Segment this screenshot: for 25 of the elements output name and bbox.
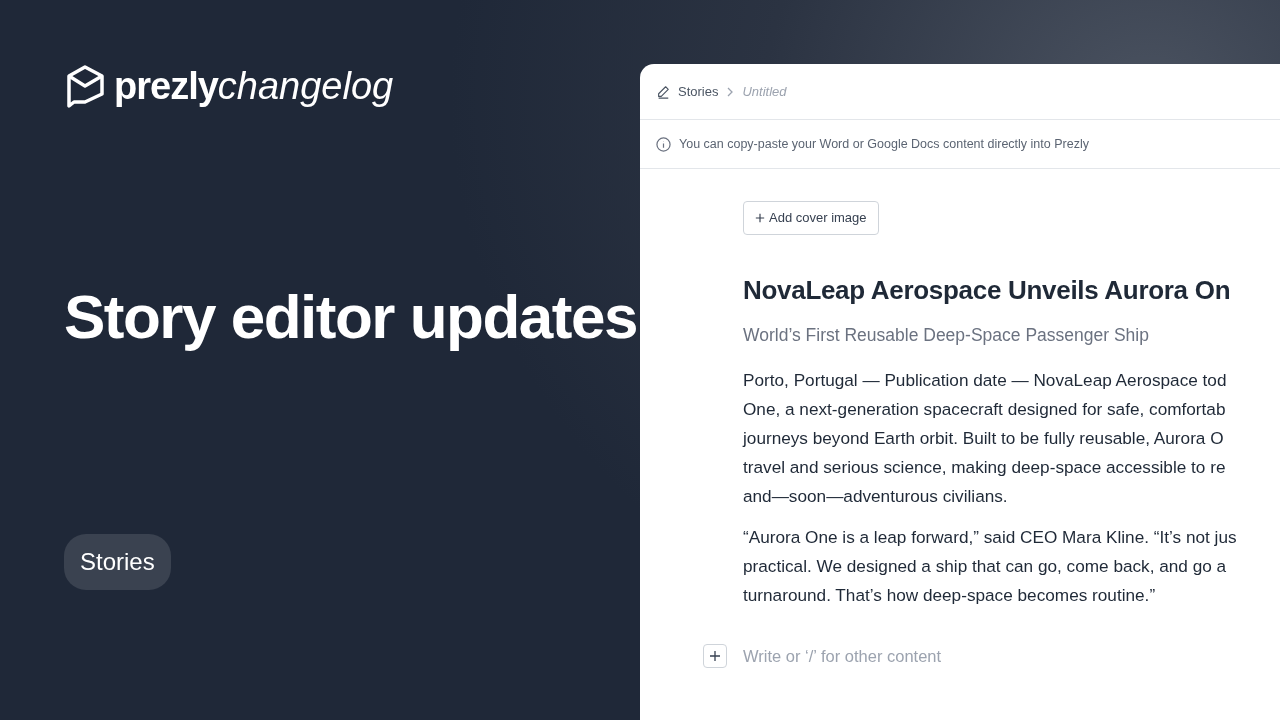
brand-name: prezly (114, 65, 218, 107)
paragraph-line: Porto, Portugal — Publication date — NovaLeap Aerospace tod (743, 368, 1228, 392)
paragraph-line: travel and serious science, making deep-space accessible to re (743, 455, 1227, 479)
add-cover-image-button[interactable]: Add cover image (743, 201, 879, 235)
headline: Story editor updates (64, 281, 638, 353)
breadcrumb-link[interactable]: Stories (678, 81, 719, 102)
paragraph-line: journeys beyond Earth orbit. Built to be fully reusable, Aurora O (743, 426, 1225, 450)
story-title: NovaLeap Aerospace Unveils Aurora On (743, 273, 1232, 307)
paragraph-line: practical. We designed a ship that can go, come back, and go a (743, 554, 1228, 578)
current-page-label: Untitled (742, 82, 787, 101)
info-icon (656, 136, 671, 152)
add-block-button[interactable] (703, 644, 727, 669)
plus-icon (709, 650, 721, 663)
paragraph-line: One, a next-generation spacecraft designed for safe, comfortab (743, 397, 1227, 421)
plus-icon (755, 212, 765, 223)
story-subtitle: World’s First Reusable Deep-Space Passenger Ship (743, 323, 1150, 347)
pencil-icon (656, 84, 670, 99)
chevron-icon (726, 86, 735, 97)
brand-suffix: changelog (217, 65, 394, 107)
category-tag: Stories (64, 533, 171, 590)
paragraph-line: “Aurora One is a leap forward,” said CEO Mara Kline. “It’s not jus (743, 525, 1238, 549)
paragraph-line: turnaround. That’s how deep-space becomes routine.” (743, 583, 1157, 607)
logo-icon (64, 64, 106, 108)
notice-text: You can copy-paste your Word or Google Docs content directly into Prezly (679, 135, 1089, 153)
paragraph-line: and—soon—adventurous civilians. (743, 484, 1009, 508)
